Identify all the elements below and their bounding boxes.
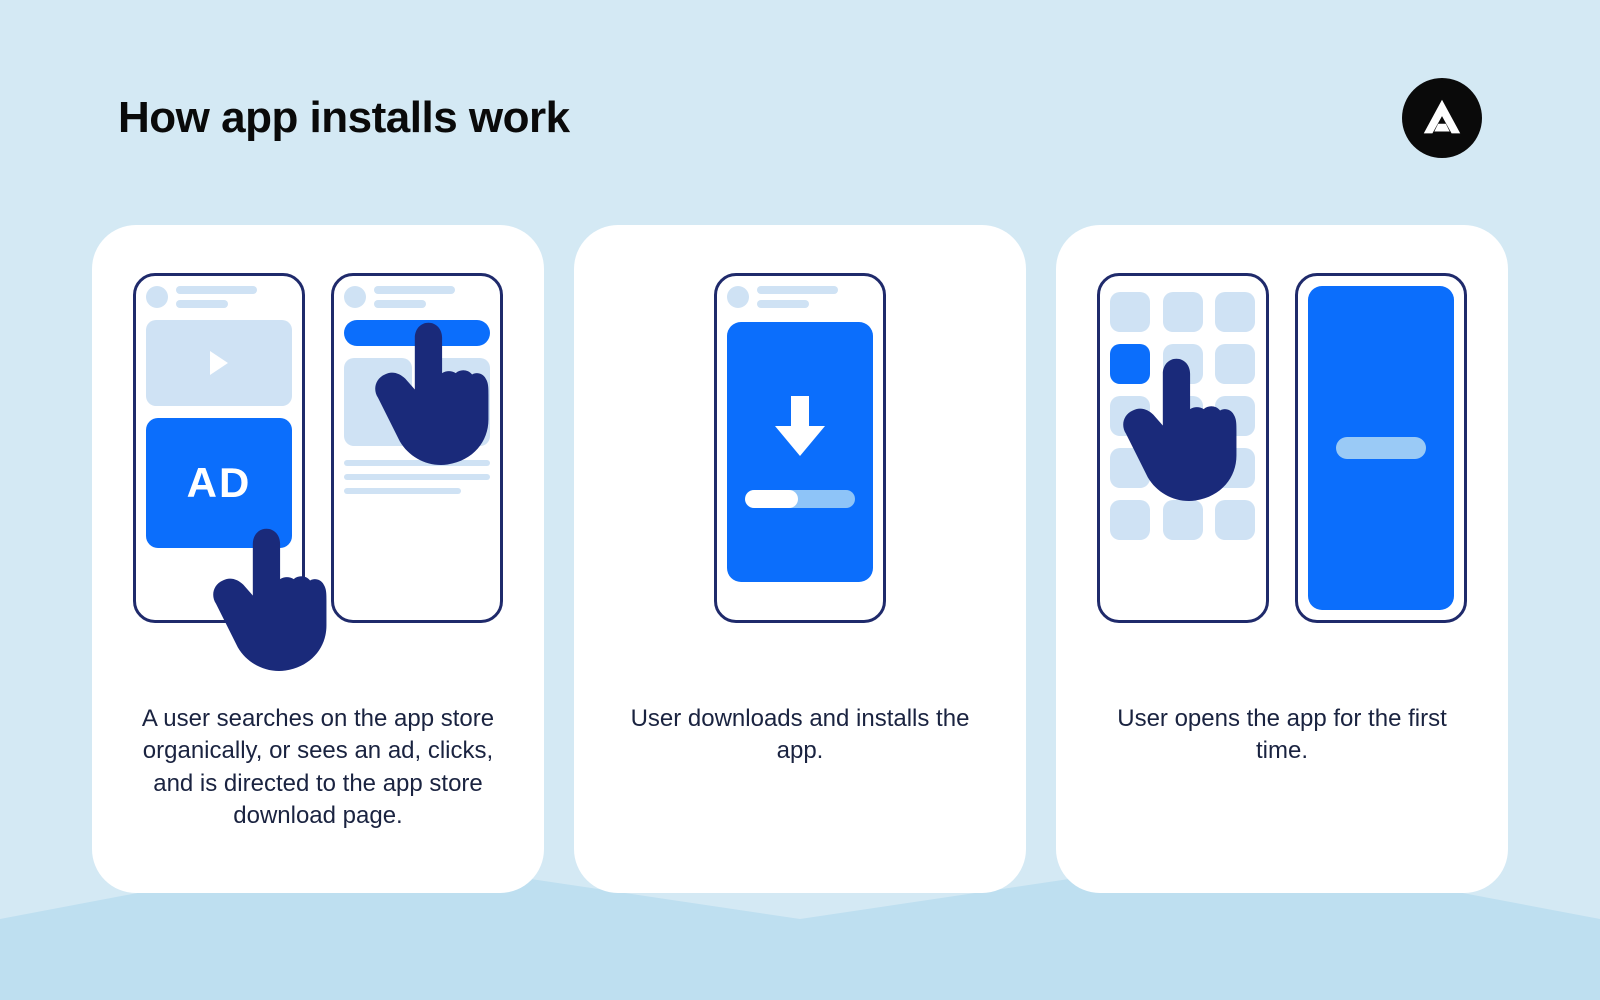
download-arrow-icon: [775, 396, 825, 466]
step-3-caption: User opens the app for the first time.: [1092, 703, 1472, 768]
download-panel-icon: [727, 322, 873, 582]
install-pill-icon: [344, 320, 490, 346]
profile-row-icon: [727, 286, 873, 308]
step-card-3: User opens the app for the first time.: [1056, 225, 1508, 893]
step-card-1: AD: [92, 225, 544, 893]
adjust-logo-icon: [1418, 94, 1466, 142]
video-placeholder-icon: [146, 320, 292, 406]
step-1-caption: A user searches on the app store organic…: [128, 703, 508, 833]
step-3-illustration: [1097, 273, 1467, 673]
description-lines-icon: [344, 460, 490, 494]
phone-store-listing-icon: [331, 273, 503, 623]
step-2-illustration: [714, 273, 886, 673]
brand-logo: [1402, 78, 1482, 158]
phone-home-grid-icon: [1097, 273, 1269, 623]
step-2-caption: User downloads and installs the app.: [610, 703, 990, 768]
profile-row-icon: [146, 286, 292, 308]
step-1-illustration: AD: [133, 273, 503, 673]
ad-label: AD: [187, 459, 252, 507]
phone-download-icon: [714, 273, 886, 623]
loading-indicator-icon: [1336, 437, 1426, 459]
step-card-2: User downloads and installs the app.: [574, 225, 1026, 893]
phone-ad-feed-icon: AD: [133, 273, 305, 623]
profile-row-icon: [344, 286, 490, 308]
page-title: How app installs work: [118, 93, 570, 143]
phone-loading-icon: [1295, 273, 1467, 623]
header: How app installs work: [118, 78, 1482, 158]
steps-row: AD: [92, 225, 1508, 893]
ad-block-icon: AD: [146, 418, 292, 548]
progress-bar-icon: [745, 490, 855, 508]
selected-app-icon: [1110, 344, 1150, 384]
app-grid-icon: [1110, 292, 1256, 540]
screenshot-thumbs-icon: [344, 358, 490, 446]
